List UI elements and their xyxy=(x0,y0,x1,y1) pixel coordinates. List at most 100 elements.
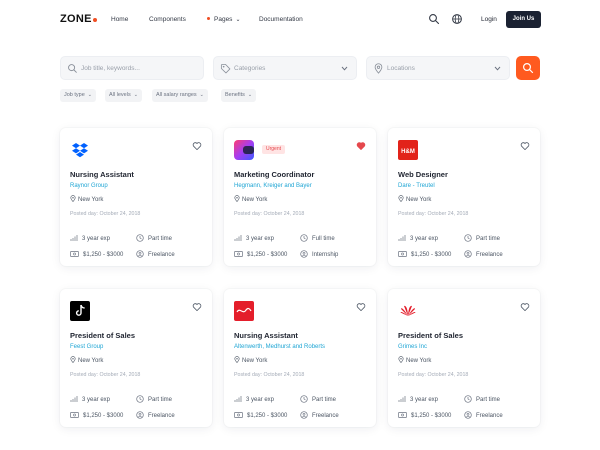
company-link[interactable]: Altenwerth, Medhurst and Roberts xyxy=(234,344,325,350)
job-card[interactable]: President of Sales Feest Group New York … xyxy=(60,289,212,427)
chevron-down-icon: ⌄ xyxy=(235,17,241,23)
map-pin-icon xyxy=(234,195,242,203)
user-icon xyxy=(136,411,148,419)
map-pin-icon xyxy=(70,195,78,203)
categories-placeholder: Categories xyxy=(234,65,266,72)
job-title[interactable]: Marketing Coordinator xyxy=(234,170,314,179)
filter-benefits[interactable]: Benefits ⌄ xyxy=(221,89,257,102)
experience: 3 year exp xyxy=(234,395,274,403)
heart-icon[interactable] xyxy=(356,299,366,311)
experience: 3 year exp xyxy=(398,234,438,242)
locations-placeholder: Locations xyxy=(387,65,415,72)
tag-icon xyxy=(220,63,231,74)
tiktok-logo xyxy=(70,301,90,321)
login-link[interactable]: Login xyxy=(481,16,497,23)
heart-icon[interactable] xyxy=(192,138,202,150)
work-type: Freelance xyxy=(300,411,339,419)
heart-filled-icon[interactable] xyxy=(356,138,366,150)
navbar: ZONE Home Components Pages ⌄ Documentatio… xyxy=(0,0,600,40)
heart-icon[interactable] xyxy=(192,299,202,311)
salary: $1,250 - $3000 xyxy=(398,411,451,419)
money-icon xyxy=(234,251,247,258)
filter-levels[interactable]: All levels ⌄ xyxy=(105,89,142,102)
money-icon xyxy=(70,251,83,258)
chevron-down-icon xyxy=(341,66,348,71)
map-pin-icon xyxy=(398,356,406,364)
nav-documentation[interactable]: Documentation xyxy=(259,16,303,23)
nav-components[interactable]: Components xyxy=(149,16,186,23)
job-title[interactable]: Nursing Assistant xyxy=(70,170,134,179)
map-pin-icon xyxy=(70,356,78,364)
locations-select[interactable]: Locations xyxy=(366,56,510,80)
clock-icon xyxy=(464,395,476,403)
money-icon xyxy=(234,412,247,419)
map-pin-icon xyxy=(234,356,242,364)
work-type: Freelance xyxy=(136,250,175,258)
job-card[interactable]: President of Sales Grimes Inc New York P… xyxy=(388,289,540,427)
job-card[interactable]: H&M Web Designer Dare - Treutel New York… xyxy=(388,128,540,266)
urgent-badge: Urgent xyxy=(262,145,286,154)
company-link[interactable]: Grimes Inc xyxy=(398,344,427,350)
clock-icon xyxy=(300,234,312,242)
chevron-down-icon: ⌄ xyxy=(199,92,204,98)
job-location: New York xyxy=(398,356,431,364)
job-card[interactable]: Nursing Assistant Altenwerth, Medhurst a… xyxy=(224,289,376,427)
experience: 3 year exp xyxy=(70,234,110,242)
work-type: Internship xyxy=(300,250,338,258)
filter-job-type[interactable]: Job type ⌄ xyxy=(60,89,96,102)
svg-text:H&M: H&M xyxy=(401,149,415,155)
job-title[interactable]: President of Sales xyxy=(398,331,463,340)
job-card[interactable]: Urgent Marketing Coordinator Hegmann, Kr… xyxy=(224,128,376,266)
search-icon[interactable] xyxy=(428,13,440,25)
company-link[interactable]: Feest Group xyxy=(70,344,103,350)
gradient-logo xyxy=(234,140,254,160)
job-location: New York xyxy=(70,356,103,364)
posted-date: Posted day: October 24, 2018 xyxy=(234,211,305,217)
company-link[interactable]: Dare - Treutel xyxy=(398,183,435,189)
search-icon xyxy=(68,64,77,73)
brand-logo[interactable]: ZONE xyxy=(60,13,97,25)
job-card[interactable]: Nursing Assistant Raynor Group New York … xyxy=(60,128,212,266)
filter-salary[interactable]: All salary ranges ⌄ xyxy=(152,89,208,102)
dropbox-logo xyxy=(70,140,90,160)
salary: $1,250 - $3000 xyxy=(398,250,451,258)
experience: 3 year exp xyxy=(70,395,110,403)
job-location: New York xyxy=(398,195,431,203)
employment-type: Part time xyxy=(300,395,336,403)
clock-icon xyxy=(464,234,476,242)
keywords-placeholder: Job title, keywords... xyxy=(81,65,140,72)
clock-icon xyxy=(300,395,312,403)
clock-icon xyxy=(136,395,148,403)
user-icon xyxy=(464,250,476,258)
user-icon xyxy=(300,411,312,419)
search-button[interactable] xyxy=(516,56,540,80)
salary: $1,250 - $3000 xyxy=(70,250,123,258)
hm-logo: H&M xyxy=(398,140,418,160)
company-link[interactable]: Raynor Group xyxy=(70,183,108,189)
job-location: New York xyxy=(70,195,103,203)
chevron-down-icon xyxy=(494,66,501,71)
heart-icon[interactable] xyxy=(520,299,530,311)
money-icon xyxy=(70,412,83,419)
map-pin-icon xyxy=(398,195,406,203)
experience: 3 year exp xyxy=(398,395,438,403)
work-type: Freelance xyxy=(464,411,503,419)
employment-type: Part time xyxy=(464,234,500,242)
search-icon xyxy=(522,62,534,74)
user-icon xyxy=(300,250,312,258)
nav-pages[interactable]: Pages ⌄ xyxy=(207,16,240,23)
join-us-button[interactable]: Join Us xyxy=(506,11,541,28)
keywords-input[interactable]: Job title, keywords... xyxy=(60,56,204,80)
globe-icon[interactable] xyxy=(451,13,463,25)
job-location: New York xyxy=(234,195,267,203)
chevron-down-icon: ⌄ xyxy=(247,92,253,98)
job-title[interactable]: Nursing Assistant xyxy=(234,331,298,340)
posted-date: Posted day: October 24, 2018 xyxy=(70,372,141,378)
job-title[interactable]: Web Designer xyxy=(398,170,448,179)
job-title[interactable]: President of Sales xyxy=(70,331,135,340)
categories-select[interactable]: Categories xyxy=(213,56,357,80)
user-icon xyxy=(136,250,148,258)
company-link[interactable]: Hegmann, Kreiger and Bayer xyxy=(234,183,312,189)
nav-home[interactable]: Home xyxy=(111,16,128,23)
heart-icon[interactable] xyxy=(520,138,530,150)
